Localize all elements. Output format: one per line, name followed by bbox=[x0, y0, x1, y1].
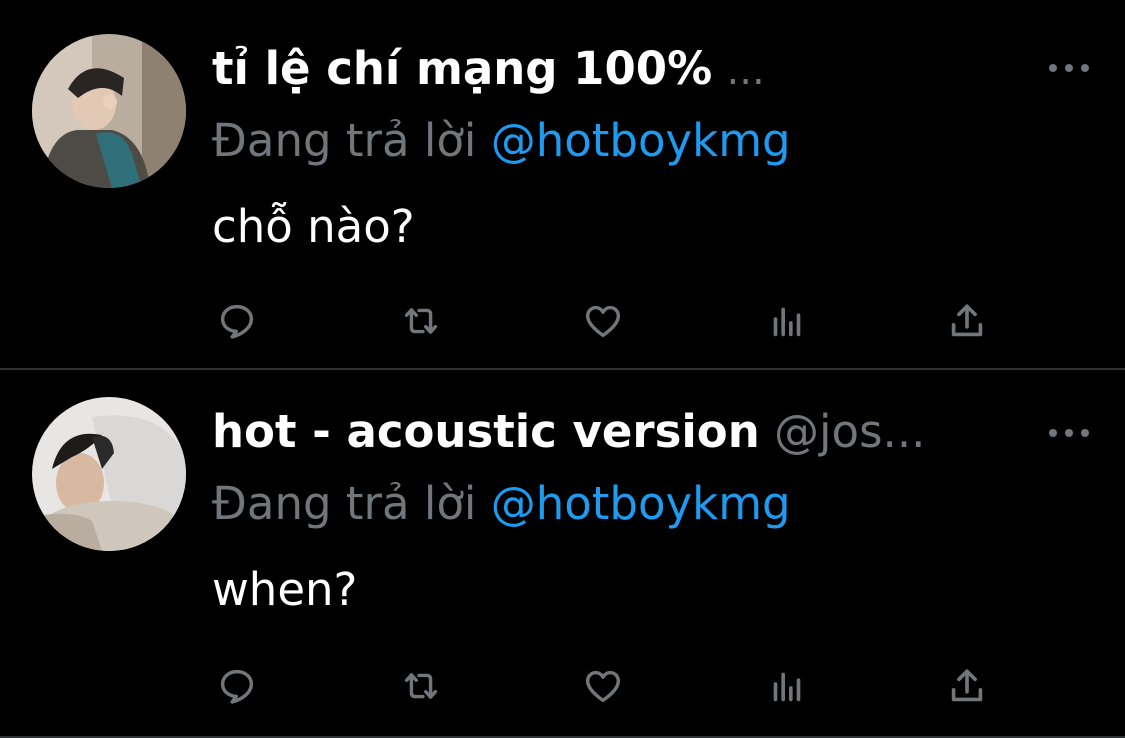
more-dot-icon bbox=[1065, 64, 1073, 72]
like-button[interactable] bbox=[578, 661, 628, 711]
replying-to-label: Đang trả lời bbox=[212, 477, 477, 530]
retweet-icon bbox=[404, 308, 438, 334]
reply-icon bbox=[220, 669, 254, 704]
heart-icon bbox=[585, 670, 621, 703]
user-handle[interactable]: @jos... bbox=[774, 405, 925, 458]
retweet-icon bbox=[404, 673, 438, 699]
reply-icon bbox=[220, 304, 254, 339]
avatar[interactable] bbox=[32, 34, 186, 188]
action-bar bbox=[212, 661, 1012, 711]
more-options-button[interactable] bbox=[1049, 58, 1089, 78]
more-options-button[interactable] bbox=[1049, 423, 1089, 443]
more-dot-icon bbox=[1065, 429, 1073, 437]
like-button[interactable] bbox=[578, 296, 628, 346]
display-name[interactable]: tỉ lệ chí mạng 100% bbox=[212, 42, 712, 95]
more-dot-icon bbox=[1081, 429, 1089, 437]
views-button[interactable] bbox=[762, 296, 812, 346]
reply-button[interactable] bbox=[212, 661, 262, 711]
views-icon bbox=[773, 672, 801, 702]
name-truncation: ... bbox=[726, 48, 765, 94]
replying-to-line: Đang trả lời @hotboykmg bbox=[212, 112, 791, 170]
tweet-text: when? bbox=[212, 563, 358, 616]
share-icon bbox=[951, 669, 983, 702]
share-button[interactable] bbox=[942, 296, 992, 346]
more-dot-icon bbox=[1081, 64, 1089, 72]
mention-link[interactable]: @hotboykmg bbox=[491, 114, 791, 167]
retweet-button[interactable] bbox=[396, 661, 446, 711]
avatar[interactable] bbox=[32, 397, 186, 551]
share-button[interactable] bbox=[942, 661, 992, 711]
mention-link[interactable]: @hotboykmg bbox=[491, 477, 791, 530]
retweet-button[interactable] bbox=[396, 296, 446, 346]
tweet-header: tỉ lệ chí mạng 100% ... bbox=[212, 40, 1015, 98]
more-dot-icon bbox=[1049, 64, 1057, 72]
views-button[interactable] bbox=[762, 661, 812, 711]
more-dot-icon bbox=[1049, 429, 1057, 437]
tweet-text: chỗ nào? bbox=[212, 200, 415, 253]
tweet-header: hot - acoustic version @jos... bbox=[212, 403, 1015, 461]
replying-to-line: Đang trả lời @hotboykmg bbox=[212, 475, 791, 533]
heart-icon bbox=[585, 305, 621, 338]
replying-to-label: Đang trả lời bbox=[212, 114, 477, 167]
profile-photo bbox=[32, 397, 186, 551]
action-bar bbox=[212, 296, 1012, 346]
reply-button[interactable] bbox=[212, 296, 262, 346]
tweet[interactable]: hot - acoustic version @jos... Đang trả … bbox=[0, 369, 1125, 737]
tweet[interactable]: tỉ lệ chí mạng 100% ... Đang trả lời @ho… bbox=[0, 0, 1125, 368]
share-icon bbox=[951, 304, 983, 337]
profile-photo bbox=[32, 34, 186, 188]
display-name[interactable]: hot - acoustic version bbox=[212, 405, 760, 458]
views-icon bbox=[773, 307, 801, 337]
